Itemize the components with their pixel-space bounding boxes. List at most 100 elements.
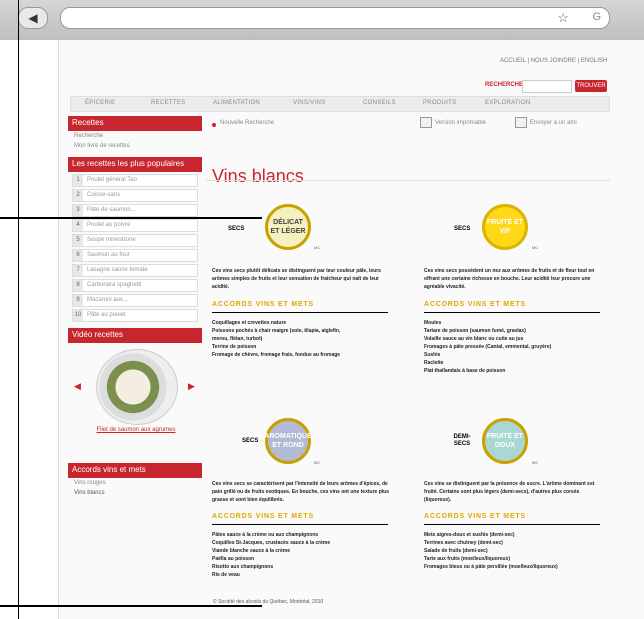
send-link[interactable]: Envoyer à un ami <box>530 120 577 126</box>
wine-type: SECS <box>242 438 259 444</box>
pairing-item: Paëlla au poisson <box>212 556 255 562</box>
search-input[interactable] <box>522 80 572 93</box>
sidebar-link-active[interactable]: Vins blancs <box>68 488 202 498</box>
nav-item[interactable]: ALIMENTATION <box>213 100 260 106</box>
bookmark-star-icon[interactable]: ☆ <box>557 10 569 26</box>
print-icon[interactable] <box>420 117 432 128</box>
pairing-item: Fromages à pâte pressée (Cantal, emmenta… <box>424 344 552 350</box>
mini-mark: MC <box>532 460 539 465</box>
frame-border <box>18 0 19 619</box>
pairing-title: ACCORDS VINS ET METS <box>212 301 314 308</box>
popular-recipe[interactable]: 1 Poulet général Tao <box>72 174 198 187</box>
pairing-item: Terrine de poisson <box>212 344 257 350</box>
title-divider <box>206 180 610 181</box>
wine-card: DEMI-SECS FRUITÉ ET DOUX MC Ces vins se … <box>424 412 614 602</box>
popular-recipe[interactable]: 5 Soupe minestrone <box>72 234 198 247</box>
pairing-item: Coquillages et crevettes nature <box>212 320 287 326</box>
wine-card: SECS AROMATIQUE ET ROND MC Ces vins secs… <box>212 412 402 602</box>
popular-recipe[interactable]: 6 Saumon au four <box>72 249 198 262</box>
sidebar: Recettes Recherche Mon livre de recettes… <box>68 116 202 498</box>
wine-style-circle: FRUITÉ ET VIF <box>482 204 528 250</box>
address-bar[interactable]: ☆ G <box>60 7 610 29</box>
print-link[interactable]: Version imprimable <box>435 120 486 126</box>
pairing-item: Tarte aux fruits (moelleux/liquoreux) <box>424 556 511 562</box>
sidebar-link[interactable]: Vins rouges <box>68 478 202 488</box>
pairing-item: Volaille sauce au vin blanc ou cuite au … <box>424 336 524 342</box>
sidebar-link[interactable]: Recherche <box>68 131 202 141</box>
video-recipe[interactable]: ◀ ▶ Filet de saumon aux agrumes <box>68 345 202 445</box>
pairing-item: Coquilles St-Jacques, crustacés sauce à … <box>212 540 331 546</box>
wine-type: SECS <box>228 226 245 232</box>
pairing-rule <box>212 312 388 313</box>
nav-item[interactable]: EXPLORATION <box>485 100 531 106</box>
wine-card: SECS FRUITÉ ET VIF MC Ces vins secs poss… <box>424 195 614 385</box>
video-caption-link[interactable]: Filet de saumon aux agrumes <box>78 427 194 433</box>
search-engine-icon[interactable]: G <box>592 11 601 23</box>
prev-arrow-icon[interactable]: ◀ <box>74 381 81 392</box>
pairing-item: Risotto aux champignons <box>212 564 274 570</box>
pairing-item: Terrines avec chutney (demi-sec) <box>424 540 503 546</box>
pairing-item: Fromages bleus ou à pâte persillée (moel… <box>424 564 558 570</box>
nav-item[interactable]: RECETTES <box>151 100 185 106</box>
email-icon[interactable] <box>515 117 527 128</box>
popular-recipe[interactable]: 3 Pâté de saumon... <box>72 204 198 217</box>
pairing-item: Poissons pochés à chair maigre (sole, ti… <box>212 328 341 334</box>
language-links[interactable]: ACCUEIL | NOUS JOINDRE | ENGLISH <box>500 58 607 64</box>
pairing-item: merou, flétan, turbot) <box>212 336 263 342</box>
pairing-rule <box>424 524 600 525</box>
wine-description: Ces vins secs se caractérisent par l'int… <box>212 481 389 503</box>
pairing-item: Ris de veau <box>212 572 240 578</box>
browser-toolbar: ◀ ☆ G <box>0 0 644 40</box>
pairing-item: Tartare de poisson (saumon fumé, gravlax… <box>424 328 526 334</box>
pairing-item: Plat thaïlandais à base de poisson <box>424 368 506 374</box>
annotation-line-bottom <box>0 605 262 607</box>
dish-photo[interactable] <box>96 349 178 425</box>
sidebar-header-recettes[interactable]: Recettes <box>68 116 202 131</box>
next-arrow-icon[interactable]: ▶ <box>188 381 195 392</box>
page-title: Vins blancs <box>212 166 304 187</box>
crumb-bullet-icon <box>212 123 216 127</box>
sidebar-header-wines[interactable]: Accords vins et mets <box>68 463 202 478</box>
pairing-item: Raclette <box>424 360 444 366</box>
popular-recipe[interactable]: 8 Carbonara spaghetti <box>72 279 198 292</box>
pairing-item: Pâtes sauce à la crème ou aux champignon… <box>212 532 319 538</box>
nav-item[interactable]: ÉPICERIE <box>85 100 115 106</box>
wine-style-circle: FRUITÉ ET DOUX <box>482 418 528 464</box>
pairing-rule <box>424 312 600 313</box>
mini-mark: MC <box>314 245 321 250</box>
wine-card: SECS DÉLICAT ET LÉGER MC Ces vins secs p… <box>212 195 402 385</box>
sidebar-link[interactable]: Mon livre de recettes <box>68 141 202 151</box>
wine-style-circle: AROMATIQUE ET ROND <box>264 418 312 464</box>
pairing-rule <box>212 524 388 525</box>
wine-description: Ces vins secs possèdent un nez aux arôme… <box>424 268 595 290</box>
pairing-item: Fromage de chèvre, fromage frais, fondue… <box>212 352 341 358</box>
search-label: RECHERCHE <box>485 82 524 88</box>
popular-recipe[interactable]: 2 Cuisse-sans <box>72 189 198 202</box>
new-search-link[interactable]: Nouvelle Recherche <box>220 120 274 126</box>
mini-mark: MC <box>532 245 539 250</box>
main-nav: ÉPICERIE RECETTES ALIMENTATION VINS/VINS… <box>70 96 610 112</box>
nav-item[interactable]: CONSEILS <box>363 100 396 106</box>
popular-recipe[interactable]: 7 Lasagne sauce tomate <box>72 264 198 277</box>
pairing-item: Salade de fruits (demi-sec) <box>424 548 488 554</box>
copyright-footer: © Société des alcools du Québec, Montréa… <box>213 599 324 605</box>
pairing-item: Sushis <box>424 352 441 358</box>
wine-description: Ces vins se distinguent par la présence … <box>424 481 595 503</box>
wine-description: Ces vins secs plutôt délicats se disting… <box>212 268 381 290</box>
search-button[interactable]: TROUVER <box>575 80 607 92</box>
pairing-list: Pâtes sauce à la crème ou aux champignon… <box>212 531 330 579</box>
popular-recipe[interactable]: 10 Pâté au poulet <box>72 309 198 322</box>
popular-recipe[interactable]: 4 Poulet au poivre <box>72 219 198 232</box>
nav-item[interactable]: PRODUITS <box>423 100 456 106</box>
pairing-item: Moules <box>424 320 442 326</box>
wine-type: SECS <box>454 226 471 232</box>
popular-recipe[interactable]: 9 Macaroni aux... <box>72 294 198 307</box>
pairing-title: ACCORDS VINS ET METS <box>424 513 526 520</box>
nav-item[interactable]: VINS/VINS <box>293 100 325 106</box>
wine-type: DEMI-SECS <box>453 434 471 447</box>
pairing-list: Mets aigres-doux et sushis (demi-sec) Te… <box>424 531 558 571</box>
wine-style-circle: DÉLICAT ET LÉGER <box>265 204 311 250</box>
sidebar-header-video: Vidéo recettes <box>68 328 202 343</box>
pairing-list: Coquillages et crevettes nature Poissons… <box>212 319 340 359</box>
back-button[interactable]: ◀ <box>18 7 48 29</box>
